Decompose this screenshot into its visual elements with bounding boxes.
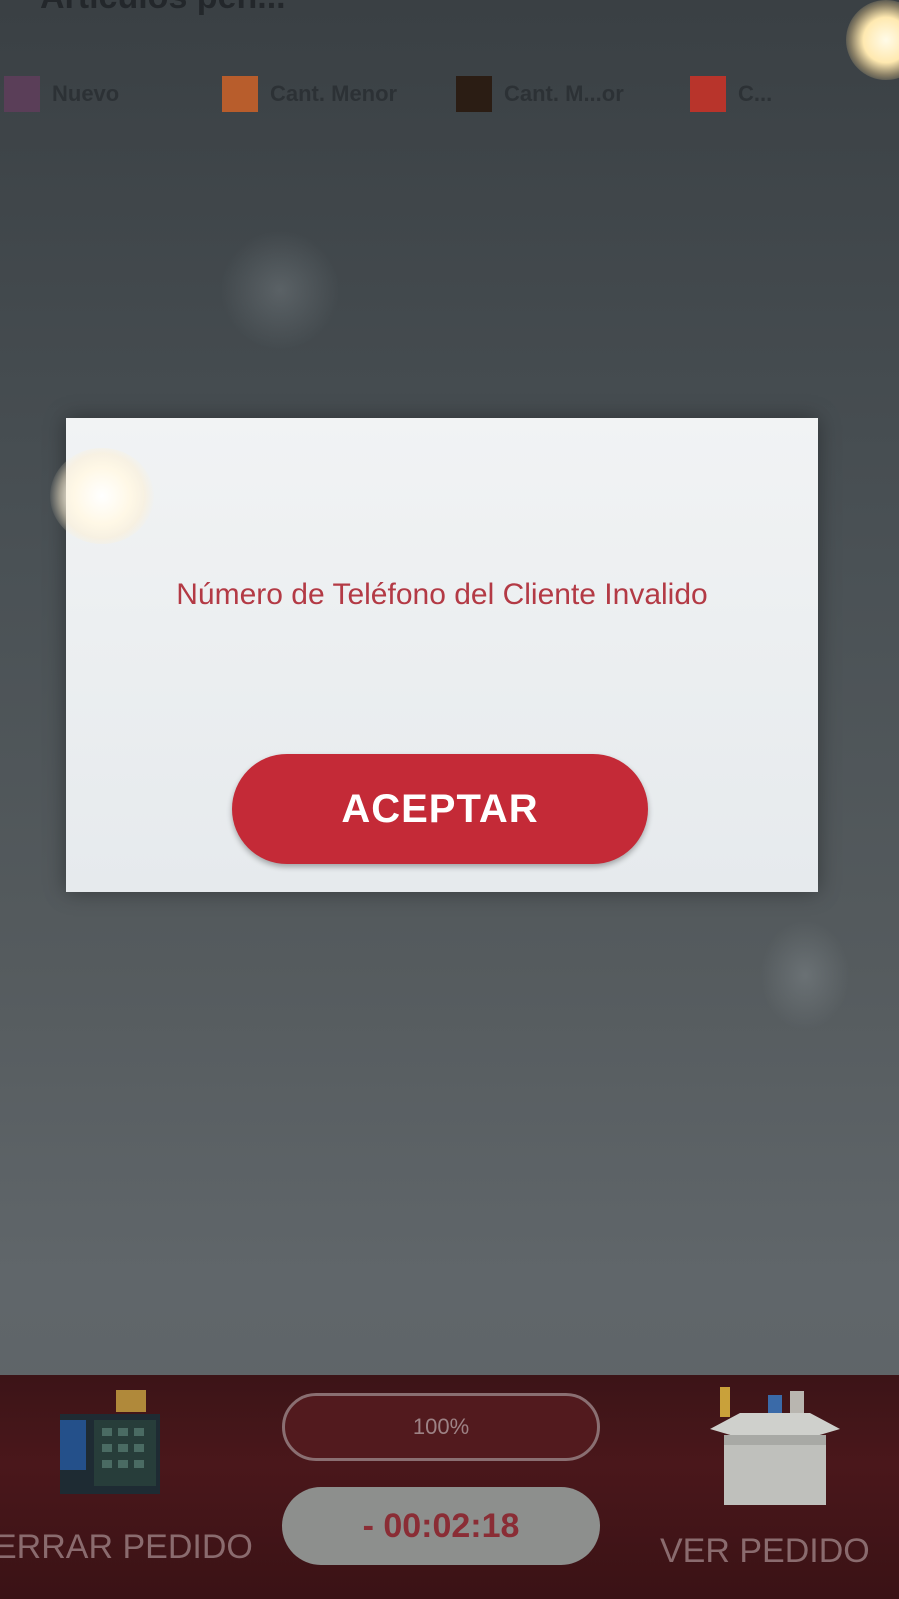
screen-reflection [220, 230, 340, 350]
legend-item-higher-qty: Cant. M...or [456, 72, 624, 116]
legend-swatch [4, 76, 40, 112]
status-legend: Nuevo Cant. Menor Cant. M...or C... [0, 72, 899, 122]
view-order-label: VER PEDIDO [660, 1532, 870, 1570]
legend-label: Cant. M...or [504, 81, 624, 106]
legend-swatch [222, 76, 258, 112]
page-title: Artículos pen... [40, 0, 286, 17]
legend-item-cancelled: C... [690, 72, 772, 116]
order-timer: - 00:02:18 [282, 1487, 600, 1565]
view-order-button[interactable]: VER PEDIDO [650, 1375, 899, 1599]
close-order-label: ERRAR PEDIDO [0, 1528, 253, 1566]
cash-register-icon [60, 1390, 160, 1494]
light-glare [846, 0, 899, 80]
alert-dialog: Número de Teléfono del Cliente Invalido … [66, 418, 818, 892]
dialog-message: Número de Teléfono del Cliente Invalido [176, 578, 708, 611]
screen-reflection [760, 920, 850, 1030]
progress-indicator: 100% [282, 1393, 600, 1461]
bottom-toolbar: ERRAR PEDIDO 100% - 00:02:18 VER PEDIDO [0, 1375, 899, 1599]
close-order-button[interactable]: ERRAR PEDIDO [0, 1375, 270, 1599]
legend-label: C... [738, 81, 773, 106]
box-icon [710, 1387, 840, 1505]
legend-item-new: Nuevo [4, 72, 119, 116]
legend-label: Nuevo [52, 81, 120, 106]
screen-background: Artículos pen... Nuevo Cant. Menor Cant.… [0, 0, 899, 1599]
legend-label: Cant. Menor [270, 81, 398, 106]
legend-swatch [456, 76, 492, 112]
legend-item-lower-qty: Cant. Menor [222, 72, 397, 116]
accept-button[interactable]: ACEPTAR [232, 754, 648, 864]
legend-swatch [690, 76, 726, 112]
